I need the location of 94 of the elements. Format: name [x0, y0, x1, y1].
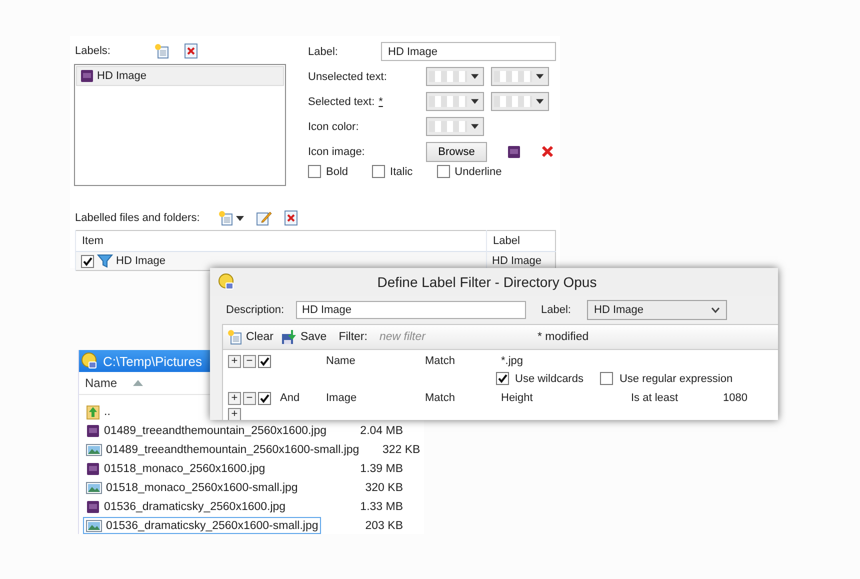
column-header[interactable]: Name — [85, 376, 118, 390]
rule-operator: Match — [425, 392, 456, 404]
file-size: 1.33 MB — [359, 500, 403, 512]
checkbox[interactable] — [372, 165, 386, 178]
files-caption: Labelled files and folders: — [75, 212, 200, 224]
file-item[interactable]: 01518_monaco_2560x1600-small.jpg — [83, 479, 301, 496]
rule-field: Name — [326, 355, 425, 367]
color-picker[interactable] — [426, 92, 484, 111]
file-size: 203 KB — [364, 520, 403, 532]
field-label: Icon color: — [308, 120, 360, 132]
save-icon — [281, 329, 298, 345]
file-item[interactable]: 01518_monaco_2560x1600.jpg — [83, 460, 268, 477]
rule-operator: Match — [425, 355, 456, 367]
field-label: Icon image: — [308, 146, 366, 158]
rule-value: Height — [501, 392, 534, 404]
dialog-title: Define Label Filter - Directory Opus — [376, 274, 598, 290]
file-size: 2.04 MB — [359, 424, 403, 436]
caret-icon — [536, 74, 544, 79]
checkbox-label: Bold — [326, 166, 348, 178]
checkbox[interactable] — [81, 254, 94, 268]
window-title: C:\Temp\Pictures — [103, 354, 202, 368]
filter-icon — [97, 254, 113, 268]
add-rule-button[interactable]: + — [228, 392, 241, 404]
chevron-down-icon — [711, 307, 720, 313]
clear-button[interactable]: Clear — [227, 329, 274, 345]
file-item[interactable]: .. — [83, 403, 114, 420]
add-rule-button[interactable]: + — [228, 408, 241, 420]
checkbox-label: Italic — [390, 166, 413, 178]
checkbox[interactable] — [496, 372, 509, 385]
app-icon — [81, 352, 99, 370]
caret-icon — [471, 74, 479, 79]
delete-icon[interactable] — [184, 43, 198, 59]
rule-field: Image — [326, 392, 425, 404]
color-picker[interactable] — [426, 67, 484, 86]
file-item[interactable]: 01536_dramaticsky_2560x1600-small.jpg — [83, 517, 322, 534]
file-item[interactable]: 01489_treeandthemountain_2560x1600-small.jpg — [83, 441, 362, 458]
description-field[interactable]: HD Image — [296, 301, 526, 319]
color-picker[interactable] — [491, 67, 549, 86]
checkbox-label: Use regular expression — [619, 372, 733, 384]
caret-icon — [471, 124, 479, 129]
remove-icon[interactable] — [541, 145, 554, 158]
filter-name: new filter — [379, 331, 426, 343]
new-label-icon[interactable] — [154, 43, 170, 59]
field-label: Unselected text: — [308, 70, 388, 82]
labels-caption: Labels: — [75, 45, 110, 57]
hd-image-icon — [86, 424, 100, 438]
caret-icon — [536, 99, 544, 104]
filter-caption: Filter: — [338, 331, 368, 343]
add-rule-button[interactable]: + — [228, 354, 241, 368]
rule-conjunction: And — [280, 392, 300, 404]
up-folder-icon — [86, 404, 100, 420]
checkbox[interactable] — [258, 392, 271, 404]
hd-image-icon — [86, 500, 100, 514]
caret-icon — [471, 99, 479, 104]
image-file-icon — [86, 442, 102, 456]
file-size: 322 KB — [381, 444, 420, 456]
caret-icon[interactable] — [236, 216, 244, 220]
table-cell: HD Image — [116, 255, 166, 267]
remove-rule-button[interactable]: − — [243, 392, 256, 404]
new-page-icon — [227, 329, 243, 345]
hd-image-icon — [80, 69, 94, 83]
field-label: Description: — [226, 304, 286, 316]
image-file-icon — [86, 480, 102, 494]
app-icon — [218, 273, 236, 291]
file-size: 320 KB — [364, 482, 403, 494]
field-label: Label: — [308, 46, 339, 58]
hd-image-icon — [507, 144, 521, 158]
save-button[interactable]: Save — [281, 329, 327, 345]
field-label: Label: — [541, 304, 572, 316]
checkbox-label: Use wildcards — [515, 372, 584, 384]
delete-icon[interactable] — [284, 210, 298, 226]
label-input-field[interactable]: HD Image — [381, 42, 556, 61]
file-item[interactable]: 01536_dramaticsky_2560x1600.jpg — [83, 498, 289, 515]
file-size: 1.39 MB — [359, 462, 403, 474]
hd-image-icon — [86, 462, 100, 476]
edit-icon[interactable] — [256, 210, 272, 226]
modified-status: * modified — [537, 331, 589, 343]
color-picker[interactable] — [491, 92, 549, 111]
label-dropdown[interactable]: HD Image — [587, 300, 727, 320]
rule-value: *.jpg — [501, 355, 524, 367]
field-label: Selected text: * — [308, 96, 384, 108]
checkbox[interactable] — [600, 372, 614, 385]
sort-ascending-icon — [133, 380, 144, 386]
color-picker[interactable] — [426, 117, 484, 136]
rule-condition: Is at least — [631, 392, 680, 404]
checkbox-label: Underline — [454, 166, 502, 178]
label-list-item[interactable]: HD Image — [76, 66, 284, 86]
checkbox[interactable] — [308, 165, 321, 178]
browse-button[interactable]: Browse — [426, 142, 487, 162]
checkbox[interactable] — [436, 165, 450, 178]
rule-amount: 1080 — [723, 392, 748, 404]
file-item[interactable]: 01489_treeandthemountain_2560x1600.jpg — [83, 422, 330, 439]
remove-rule-button[interactable]: − — [243, 354, 256, 368]
checkbox[interactable] — [258, 354, 271, 368]
